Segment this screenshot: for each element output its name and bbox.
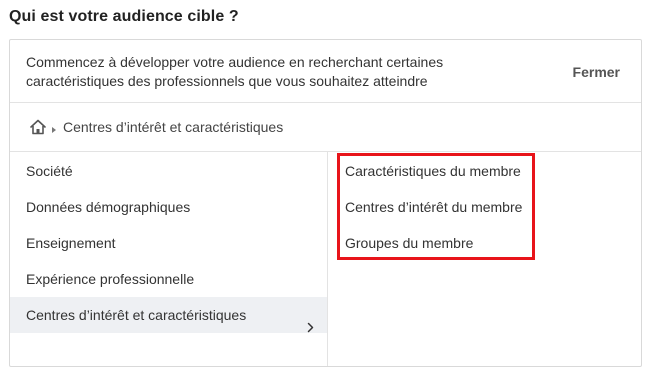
- category-label: Société: [26, 163, 73, 179]
- panel-header: Commencez à développer votre audience en…: [10, 40, 641, 103]
- category-list: Société Données démographiques Enseignem…: [10, 152, 328, 366]
- category-item-enseignement[interactable]: Enseignement: [10, 225, 327, 261]
- category-item-experience-professionnelle[interactable]: Expérience professionnelle: [10, 261, 327, 297]
- chevron-right-icon: [307, 310, 314, 333]
- triangle-right-icon: [50, 122, 58, 133]
- intro-text-line-2: caractéristiques des professionnels que …: [26, 73, 428, 89]
- breadcrumb: Centres d’intérêt et caractéristiques: [10, 103, 641, 152]
- category-item-donnees-demographiques[interactable]: Données démographiques: [10, 189, 327, 225]
- intro-text: Commencez à développer votre audience en…: [26, 53, 476, 91]
- subcategory-list: Caractéristiques du membre Centres d’int…: [328, 152, 643, 366]
- home-icon[interactable]: [29, 119, 47, 135]
- category-item-centres-interet[interactable]: Centres d’intérêt et caractéristiques: [10, 297, 327, 333]
- category-label: Données démographiques: [26, 199, 191, 215]
- category-label: Expérience professionnelle: [26, 271, 195, 287]
- category-label: Centres d’intérêt et caractéristiques: [26, 307, 247, 323]
- subcategory-item-caracteristiques[interactable]: Caractéristiques du membre: [328, 153, 643, 189]
- subcategory-item-groupes[interactable]: Groupes du membre: [328, 225, 643, 261]
- subcategory-item-centres-interet[interactable]: Centres d’intérêt du membre: [328, 189, 643, 225]
- intro-text-line-1: Commencez à développer votre audience en…: [26, 54, 444, 70]
- page-title: Qui est votre audience cible ?: [9, 8, 239, 25]
- category-label: Enseignement: [26, 235, 116, 251]
- category-item-societe[interactable]: Société: [10, 153, 327, 189]
- columns: Société Données démographiques Enseignem…: [10, 152, 641, 366]
- close-button[interactable]: Fermer: [573, 64, 620, 80]
- audience-panel: Commencez à développer votre audience en…: [9, 39, 642, 367]
- breadcrumb-current: Centres d’intérêt et caractéristiques: [63, 119, 284, 135]
